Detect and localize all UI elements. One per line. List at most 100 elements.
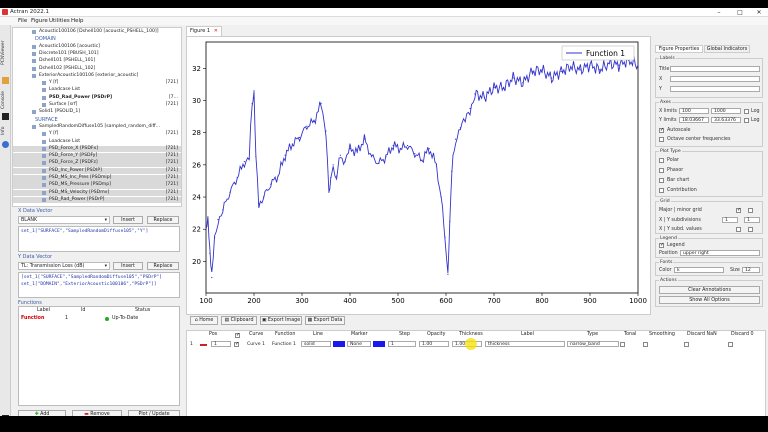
tab-console[interactable]: Console (1, 87, 10, 113)
curve-color-icon[interactable] (200, 344, 207, 346)
phasor-checkbox[interactable] (659, 168, 664, 173)
y-label-input[interactable] (670, 86, 760, 92)
legend-checkbox[interactable] (659, 242, 664, 248)
opacity-input[interactable]: 1.00 (419, 341, 449, 347)
clipboard-button[interactable]: ▤ Clipboard (221, 316, 257, 325)
tab-figure-properties[interactable]: Figure Properties (655, 45, 703, 53)
tree-item[interactable]: DOMAIN (13, 36, 181, 43)
tab-figure-1[interactable]: Figure 1 ✕ (186, 26, 222, 36)
minimize-icon[interactable]: – (712, 8, 726, 17)
x-vector-editor[interactable]: set_1["SURFACE","SampledRandomDiffuse105… (18, 226, 180, 252)
tree-item[interactable]: Surface [srf] [721] (13, 102, 181, 109)
ymax-input[interactable]: 33.63376 (711, 117, 741, 123)
curve-table[interactable]: Pos Curve Function Line Marker Step Opac… (186, 330, 766, 424)
menu-file[interactable]: File (18, 17, 27, 25)
tree-item[interactable]: ExteriorAcoustic100106 [exterior_acousti… (13, 73, 181, 80)
line-color-swatch[interactable] (333, 341, 345, 347)
tonal-checkbox[interactable] (620, 342, 625, 347)
y-log-checkbox[interactable] (744, 118, 749, 123)
step-input[interactable]: 1 (388, 341, 416, 347)
show-all-options-button[interactable]: Show All Options (659, 296, 760, 304)
tree-item[interactable]: Loadcase List (13, 139, 181, 146)
tree-item[interactable]: PSD_Inc_Power [PSDIP] [721] (13, 167, 181, 175)
discard-nan-checkbox[interactable] (684, 342, 689, 347)
clear-annotations-button[interactable]: Clear Annotations (659, 286, 760, 294)
x-replace-button[interactable]: Replace (147, 216, 179, 224)
tree-item[interactable]: PSD_Force_X [PSDFx] [721] (13, 145, 181, 153)
tab-info[interactable]: Info (1, 123, 10, 139)
xmax-input[interactable]: 1000 (711, 108, 741, 114)
close-icon[interactable]: ✕ (752, 8, 766, 17)
x-subdivisions-select[interactable]: 1 (722, 217, 738, 223)
tree-item[interactable]: Y [f] [721] (13, 80, 181, 87)
x-subd-values-checkbox[interactable] (736, 227, 741, 232)
y-replace-button[interactable]: Replace (147, 262, 179, 270)
tree-item[interactable]: Discrete101 [PBUSH_101] (13, 51, 181, 58)
menu-help[interactable]: Help (71, 17, 84, 25)
major-grid-checkbox[interactable] (736, 207, 741, 213)
tree-item[interactable]: PSD_Rad_Power [PSDrP] [7... (13, 95, 181, 102)
tree-item[interactable]: Dshell102 [PSHELL_102] (13, 66, 181, 73)
marker-color-swatch[interactable] (373, 341, 385, 347)
table-row[interactable]: 1 1 Curve 1 Function 1 solid None 1 1.00… (187, 338, 765, 350)
legend-position-select[interactable]: upper right (680, 250, 760, 256)
octave-checkbox[interactable] (659, 137, 664, 142)
xmin-input[interactable]: 100 (679, 108, 709, 114)
label-input[interactable]: thickness (485, 341, 565, 347)
font-size-input[interactable]: 12 (742, 267, 760, 273)
tree-item[interactable]: PSD_MS_Velocity [PSDmv] [721] (13, 189, 181, 197)
menu-utilities[interactable]: Utilities (49, 17, 70, 25)
data-tree[interactable]: Acoustic100106 [Dshell100 [acoustic_PSHE… (12, 27, 182, 207)
font-color-select[interactable]: k (674, 267, 724, 273)
tree-item[interactable]: SampledRandomDiffuse105 [sampled_random_… (13, 124, 181, 131)
tree-item[interactable]: PSD_Rad_Power [PSDrP] [721] (13, 196, 181, 204)
line-style-select[interactable]: solid (301, 341, 331, 347)
tree-item[interactable]: Acoustic100106 [acoustic] (13, 44, 181, 51)
tree-item[interactable]: Y [f] [721] (13, 131, 181, 138)
y-insert-button[interactable]: Insert (113, 262, 143, 270)
plot-area[interactable]: 100 200 300 400 500 600 700 800 900 1000 20 22 24 26 2… (186, 36, 651, 315)
title-input[interactable] (670, 66, 760, 72)
menu-figure[interactable]: Figure (31, 17, 48, 25)
viewer-icon[interactable] (2, 77, 9, 84)
line-chart[interactable]: 100 200 300 400 500 600 700 800 900 1000 20 22 24 26 2… (187, 37, 650, 314)
autoscale-checkbox[interactable] (659, 127, 664, 133)
marker-select[interactable]: None (347, 341, 371, 347)
x-vector-select[interactable]: BLANK ▾ (18, 216, 110, 224)
ymin-input[interactable]: 18.03667 (679, 117, 709, 123)
functions-table[interactable]: Label Id Status Function 1 Up-To-Date (18, 306, 180, 406)
type-select[interactable]: narrow_band (567, 341, 619, 347)
tab-global-indicators[interactable]: Global Indicators (704, 45, 750, 53)
y-vector-select[interactable]: TL: Transmission Loss (dB) ▾ (18, 262, 110, 270)
polar-checkbox[interactable] (659, 158, 664, 163)
tree-item[interactable]: Solid1 [PSOLID_1] (13, 109, 181, 116)
table-row[interactable]: Function 1 Up-To-Date (19, 315, 179, 323)
x-label-input[interactable] (670, 76, 760, 82)
y-subd-values-checkbox[interactable] (748, 227, 753, 232)
x-log-checkbox[interactable] (744, 109, 749, 114)
info-icon[interactable] (2, 141, 9, 148)
tree-item[interactable]: Acoustic100106 [Dshell100 [acoustic_PSHE… (13, 29, 181, 36)
tree-item[interactable]: PSD_MS_Pressure [PSDmp] [721] (13, 182, 181, 189)
tree-item[interactable]: SURFACE (13, 117, 181, 124)
header-visible-checkbox[interactable] (235, 332, 240, 338)
close-tab-icon[interactable]: ✕ (214, 27, 218, 36)
tree-item[interactable]: PSD_Force_Y [PSDFy] [721] (13, 153, 181, 160)
x-insert-button[interactable]: Insert (113, 216, 143, 224)
console-icon[interactable] (2, 113, 9, 120)
pos-select[interactable]: 1 (211, 341, 231, 347)
discard-0-checkbox[interactable] (728, 342, 733, 347)
export-data-button[interactable]: ▦ Export Data (305, 316, 345, 325)
bar-chart-checkbox[interactable] (659, 178, 664, 183)
home-button[interactable]: ⌂ Home (190, 316, 218, 325)
curve-visible-checkbox[interactable] (234, 341, 239, 347)
tree-item[interactable]: PSD_Force_Z [PSDFz] [721] (13, 160, 181, 167)
tree-item[interactable]: Loadcase List (13, 87, 181, 94)
smoothing-checkbox[interactable] (643, 342, 648, 347)
contribution-checkbox[interactable] (659, 188, 664, 193)
tree-item[interactable]: Dshell101 [PSHELL_101] (13, 58, 181, 65)
y-vector-editor[interactable]: [set_1["SURFACE","SampledRandomDiffuse10… (18, 272, 180, 298)
y-subdivisions-select[interactable]: 1 (744, 217, 760, 223)
export-image-button[interactable]: ▣ Export Image (260, 316, 302, 325)
tree-item[interactable]: PSD_MS_Inc_Pres [PSDmip] [721] (13, 175, 181, 182)
